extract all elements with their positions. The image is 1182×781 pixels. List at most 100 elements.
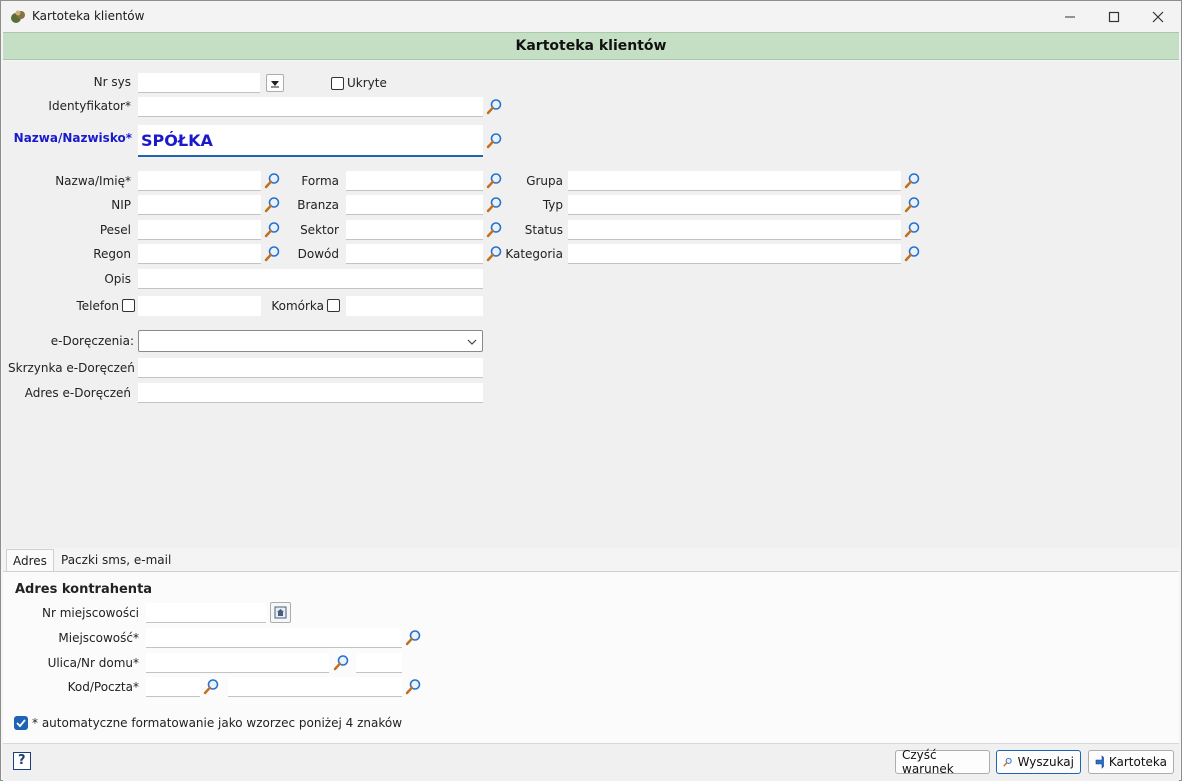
nazwa-imie-search-icon[interactable]: [264, 172, 281, 189]
ukryte-checkbox[interactable]: [331, 77, 344, 90]
grupa-search-icon[interactable]: [904, 172, 921, 189]
nip-search-icon[interactable]: [264, 196, 281, 213]
skrzynka-input[interactable]: [138, 358, 483, 378]
tab-bar: Adres Paczki sms, e-mail: [3, 549, 1179, 572]
forma-search-icon[interactable]: [486, 172, 503, 189]
pesel-label: Pesel: [99, 223, 131, 237]
grupa-label: Grupa: [526, 174, 563, 188]
nr-domu-input[interactable]: [356, 653, 402, 673]
regon-search-icon[interactable]: [264, 245, 281, 262]
help-button[interactable]: ?: [13, 752, 31, 770]
komorka-checkbox[interactable]: [327, 299, 340, 312]
skrzynka-label: Skrzynka e-Doręczeń: [8, 361, 135, 375]
dowod-label: Dowód: [297, 247, 339, 261]
nazwa-nazwisko-input[interactable]: [138, 125, 483, 157]
pesel-input[interactable]: [138, 220, 261, 240]
search-button[interactable]: Wyszukaj: [996, 750, 1081, 774]
dowod-input[interactable]: [346, 244, 483, 264]
tab-paczki[interactable]: Paczki sms, e-mail: [55, 549, 179, 572]
identyfikator-search-icon[interactable]: [486, 98, 503, 115]
auto-format-label: * automatyczne formatowanie jako wzorzec…: [32, 716, 403, 730]
opis-input[interactable]: [138, 269, 483, 289]
telefon-input[interactable]: [138, 296, 261, 316]
status-label: Status: [524, 223, 563, 237]
e-doreczenia-label: e-Doręczenia:: [50, 334, 134, 348]
sektor-search-icon[interactable]: [486, 221, 503, 238]
poczta-input[interactable]: [228, 677, 402, 697]
typ-label: Typ: [542, 198, 563, 212]
identyfikator-input[interactable]: [138, 97, 483, 117]
kod-poczta-label: Kod/Poczta*: [67, 680, 139, 694]
sektor-label: Sektor: [300, 223, 339, 237]
nip-input[interactable]: [138, 195, 261, 215]
adres-ed-input[interactable]: [138, 383, 483, 403]
search-icon: [1003, 757, 1012, 767]
ulica-input[interactable]: [146, 653, 329, 673]
telefon-checkbox[interactable]: [122, 299, 135, 312]
tab-adres[interactable]: Adres: [6, 549, 54, 572]
address-book-button[interactable]: [270, 602, 291, 623]
address-panel: Adres kontrahenta Nr miejscowości Miejsc…: [3, 571, 1179, 743]
forma-label: Forma: [301, 174, 339, 188]
nazwa-nazwisko-search-icon[interactable]: [486, 132, 503, 149]
ulica-search-icon[interactable]: [333, 654, 350, 671]
sektor-input[interactable]: [346, 220, 483, 240]
app-icon: [11, 10, 25, 23]
checkmark-icon: [16, 719, 26, 728]
typ-input[interactable]: [568, 195, 901, 215]
nr-sys-dropdown-button[interactable]: [266, 74, 284, 92]
status-search-icon[interactable]: [904, 221, 921, 238]
search-form: Nr sys Ukryte Identyfikator* Nazwa/Nazwi…: [3, 61, 1179, 548]
nr-miejscowosci-label: Nr miejscowości: [42, 606, 139, 620]
nr-miejscowosci-input[interactable]: [146, 603, 266, 623]
nazwa-imie-input[interactable]: [138, 171, 261, 191]
identyfikator-label: Identyfikator*: [48, 99, 131, 113]
form-header: Kartoteka klientów: [3, 32, 1179, 60]
minimize-button[interactable]: [1047, 1, 1093, 32]
pesel-search-icon[interactable]: [264, 221, 281, 238]
arrow-right-icon: [1095, 755, 1104, 769]
auto-format-checkbox[interactable]: [14, 716, 28, 730]
e-doreczenia-select[interactable]: [138, 330, 483, 352]
poczta-search-icon[interactable]: [405, 678, 422, 695]
grupa-input[interactable]: [568, 171, 901, 191]
kartoteka-label: Kartoteka: [1108, 755, 1167, 769]
close-icon: [1152, 11, 1164, 22]
forma-input[interactable]: [346, 171, 483, 191]
komorka-input[interactable]: [346, 296, 483, 316]
regon-input[interactable]: [138, 244, 261, 264]
regon-label: Regon: [93, 247, 131, 261]
miejscowosc-label: Miejscowość*: [58, 631, 139, 645]
nr-sys-input[interactable]: [138, 73, 260, 93]
adres-ed-label: Adres e-Doręczeń: [24, 386, 131, 400]
kod-search-icon[interactable]: [203, 678, 220, 695]
miejscowosc-input[interactable]: [146, 628, 402, 648]
kategoria-input[interactable]: [568, 244, 901, 264]
app-window: Kartoteka klientów Kartoteka klientów Nr…: [0, 0, 1182, 781]
branza-input[interactable]: [346, 195, 483, 215]
nazwa-imie-label: Nazwa/Imię*: [55, 174, 131, 188]
address-section-title: Adres kontrahenta: [15, 582, 153, 597]
status-input[interactable]: [568, 220, 901, 240]
komorka-label: Komórka: [271, 299, 324, 313]
branza-label: Branza: [297, 198, 339, 212]
maximize-button[interactable]: [1091, 1, 1137, 32]
clear-label: Czyść warunek: [902, 748, 954, 776]
miejscowosc-search-icon[interactable]: [405, 629, 422, 646]
nazwa-nazwisko-label: Nazwa/Nazwisko*: [13, 131, 132, 145]
nip-label: NIP: [111, 198, 131, 212]
minimize-icon: [1065, 16, 1075, 17]
clear-button[interactable]: Czyść warunek: [895, 748, 990, 776]
kod-input[interactable]: [146, 677, 200, 697]
ulica-label: Ulica/Nr domu*: [47, 656, 139, 670]
search-label: Wyszukaj: [1017, 755, 1074, 769]
kartoteka-button[interactable]: Kartoteka: [1088, 750, 1174, 774]
branza-search-icon[interactable]: [486, 196, 503, 213]
typ-search-icon[interactable]: [904, 196, 921, 213]
window-title: Kartoteka klientów: [32, 9, 145, 23]
close-window-button[interactable]: [1135, 1, 1181, 32]
telefon-label: Telefon: [76, 299, 119, 313]
maximize-icon: [1108, 11, 1120, 22]
address-book-icon: [274, 606, 287, 619]
kategoria-search-icon[interactable]: [904, 245, 921, 262]
